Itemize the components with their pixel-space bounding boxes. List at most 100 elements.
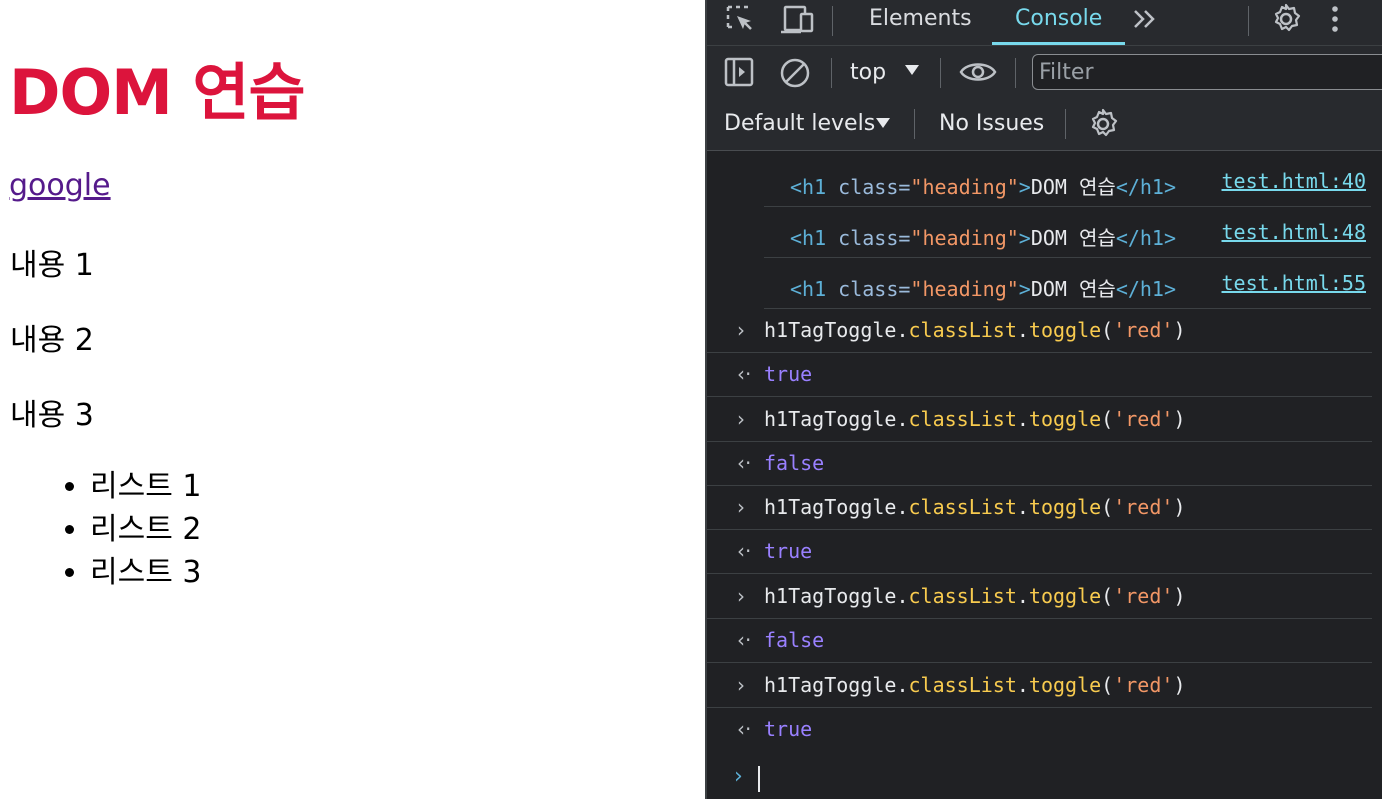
prompt-chevron-icon: › bbox=[734, 764, 743, 789]
cmd-dot: . bbox=[896, 318, 909, 342]
cmd-property: classList bbox=[908, 495, 1017, 519]
result-chevron-icon: ‹· bbox=[737, 451, 752, 475]
separator bbox=[1015, 58, 1016, 88]
cmd-paren-close: ) bbox=[1173, 584, 1186, 608]
log-element[interactable]: <h1 class="heading">DOM 연습</h1> bbox=[790, 273, 1176, 302]
attr-name: class= bbox=[838, 175, 911, 199]
separator bbox=[831, 58, 832, 88]
separator bbox=[914, 109, 915, 139]
cmd-paren-open: ( bbox=[1101, 407, 1114, 431]
cmd-object: h1TagToggle bbox=[764, 318, 897, 342]
cmd-method: toggle bbox=[1028, 584, 1102, 608]
issues-counter[interactable]: No Issues bbox=[939, 111, 1044, 136]
cmd-paren-open: ( bbox=[1101, 495, 1114, 519]
console-result-entry: ‹· true bbox=[707, 530, 1372, 574]
filter-box[interactable] bbox=[1032, 54, 1382, 90]
settings-gear-icon[interactable] bbox=[1269, 2, 1303, 36]
cmd-property: classList bbox=[908, 407, 1017, 431]
log-element[interactable]: <h1 class="heading">DOM 연습</h1> bbox=[790, 222, 1176, 251]
cmd-object: h1TagToggle bbox=[764, 673, 897, 697]
attr-value: "heading" bbox=[910, 226, 1019, 250]
command-text[interactable]: h1TagToggle.classList.toggle('red') bbox=[764, 318, 1185, 342]
live-expression-eye-icon[interactable] bbox=[959, 58, 997, 86]
cmd-dot: . bbox=[896, 407, 909, 431]
cmd-dot: . bbox=[1016, 584, 1029, 608]
source-link[interactable]: test.html:40 bbox=[1222, 169, 1367, 193]
result-value: true bbox=[764, 362, 813, 386]
console-toolbar: top bbox=[707, 46, 1382, 99]
attr-name: class= bbox=[838, 226, 911, 250]
cmd-method: toggle bbox=[1028, 318, 1102, 342]
cmd-property: classList bbox=[908, 673, 1017, 697]
command-text[interactable]: h1TagToggle.classList.toggle('red') bbox=[764, 673, 1185, 697]
cmd-property: classList bbox=[908, 318, 1017, 342]
tag-close: > bbox=[1018, 277, 1031, 301]
inspect-element-icon[interactable] bbox=[725, 4, 757, 36]
cmd-paren-open: ( bbox=[1101, 318, 1114, 342]
cmd-paren-open: ( bbox=[1101, 673, 1114, 697]
google-link[interactable]: google bbox=[9, 168, 111, 203]
console-result-entry: ‹· false bbox=[707, 442, 1372, 486]
console-input-entry: › h1TagToggle.classList.toggle('red') bbox=[707, 575, 1372, 619]
log-entry: <h1 class="heading">DOM 연습</h1> test.htm… bbox=[764, 207, 1371, 258]
separator bbox=[832, 6, 833, 36]
result-value: true bbox=[764, 539, 813, 563]
tag-close: > bbox=[1018, 226, 1031, 250]
tab-console[interactable]: Console bbox=[1015, 0, 1102, 46]
log-levels-dropdown[interactable]: Default levels bbox=[724, 111, 875, 136]
dropdown-caret-icon[interactable] bbox=[875, 117, 891, 129]
console-result-entry: ‹· true bbox=[707, 353, 1372, 397]
cmd-dot: . bbox=[1016, 673, 1029, 697]
input-chevron-icon: › bbox=[737, 318, 745, 342]
clear-console-icon[interactable] bbox=[779, 57, 811, 89]
device-toolbar-icon[interactable] bbox=[779, 4, 815, 36]
console-prompt[interactable]: › bbox=[707, 760, 1372, 799]
cmd-paren-close: ) bbox=[1173, 407, 1186, 431]
tag-open: <h1 bbox=[790, 175, 839, 199]
command-text[interactable]: h1TagToggle.classList.toggle('red') bbox=[764, 495, 1185, 519]
result-chevron-icon: ‹· bbox=[737, 539, 752, 563]
devtools-tab-bar: Elements Console bbox=[707, 0, 1382, 46]
tag-open: <h1 bbox=[790, 277, 839, 301]
text-caret bbox=[758, 766, 760, 792]
cmd-argument: 'red' bbox=[1113, 318, 1174, 342]
console-input-entry: › h1TagToggle.classList.toggle('red') bbox=[707, 398, 1372, 442]
source-link[interactable]: test.html:48 bbox=[1222, 220, 1367, 244]
sidebar-toggle-icon[interactable] bbox=[724, 57, 754, 87]
paragraph-1: 내용 1 bbox=[10, 248, 94, 283]
attr-name: class= bbox=[838, 277, 911, 301]
tab-elements[interactable]: Elements bbox=[869, 0, 972, 46]
cmd-dot: . bbox=[896, 495, 909, 519]
result-value: false bbox=[764, 451, 825, 475]
cmd-argument: 'red' bbox=[1113, 407, 1174, 431]
cmd-object: h1TagToggle bbox=[764, 584, 897, 608]
cmd-argument: 'red' bbox=[1113, 584, 1174, 608]
cmd-dot: . bbox=[1016, 495, 1029, 519]
more-tabs-icon[interactable] bbox=[1131, 6, 1159, 32]
context-selector[interactable]: top bbox=[850, 60, 886, 85]
source-link[interactable]: test.html:55 bbox=[1222, 271, 1367, 295]
cmd-property: classList bbox=[908, 584, 1017, 608]
active-tab-indicator bbox=[992, 42, 1125, 45]
command-text[interactable]: h1TagToggle.classList.toggle('red') bbox=[764, 407, 1185, 431]
cmd-paren-close: ) bbox=[1173, 495, 1186, 519]
list-item: 리스트 1 bbox=[90, 465, 201, 508]
log-element[interactable]: <h1 class="heading">DOM 연습</h1> bbox=[790, 171, 1176, 200]
filter-input[interactable] bbox=[1033, 55, 1382, 89]
element-text: DOM 연습 bbox=[1030, 226, 1116, 250]
dropdown-caret-icon[interactable] bbox=[904, 64, 920, 76]
list-item: 리스트 3 bbox=[90, 551, 201, 594]
tag-close: > bbox=[1018, 175, 1031, 199]
command-text[interactable]: h1TagToggle.classList.toggle('red') bbox=[764, 584, 1185, 608]
cmd-method: toggle bbox=[1028, 673, 1102, 697]
console-settings-gear-icon[interactable] bbox=[1086, 107, 1120, 141]
more-options-icon[interactable] bbox=[1329, 4, 1341, 34]
cmd-object: h1TagToggle bbox=[764, 407, 897, 431]
element-text: DOM 연습 bbox=[1030, 277, 1116, 301]
paragraph-2: 내용 2 bbox=[10, 323, 94, 358]
cmd-dot: . bbox=[896, 584, 909, 608]
item-list: 리스트 1 리스트 2 리스트 3 bbox=[90, 465, 201, 594]
cmd-dot: . bbox=[1016, 407, 1029, 431]
result-value: false bbox=[764, 628, 825, 652]
cmd-dot: . bbox=[896, 673, 909, 697]
